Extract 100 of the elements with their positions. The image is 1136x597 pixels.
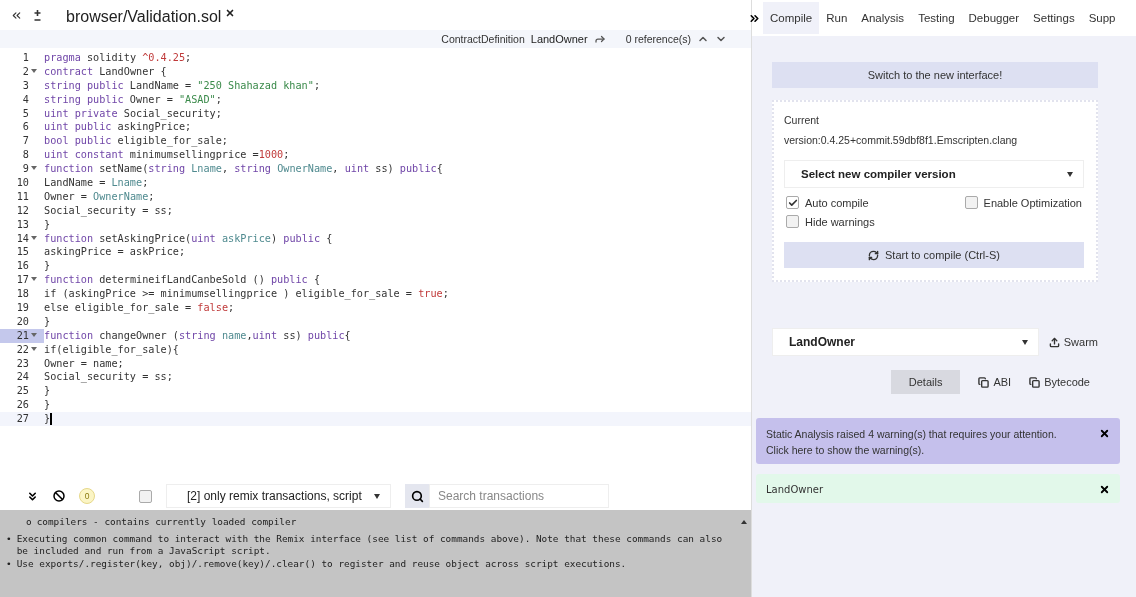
line-number: 11 [15,189,30,204]
code-line: bool public eligible_for_sale; [44,134,228,149]
contract-select[interactable]: LandOwner [772,328,1039,356]
line-number: 2 [0,64,44,79]
code-line: LandName = Lname; [44,176,149,190]
line-number: 10 [15,176,30,190]
code-line: contract LandOwner { [44,64,167,79]
checkbox-label: Hide warnings [805,215,875,228]
details-button[interactable]: Details [890,370,961,394]
copy-icon [1029,376,1041,388]
line-number: 17 [0,273,44,288]
checkbox[interactable] [786,215,799,228]
upload-icon [1048,336,1060,348]
code-line: uint constant minimumsellingprice =1000; [44,148,290,163]
line-number: 25 [15,384,30,399]
bytecode-button[interactable]: Bytecode [1029,376,1090,388]
fold-caret-icon[interactable] [30,277,37,282]
line-number: 4 [21,92,30,107]
code-line: } [44,384,51,399]
current-label: Current [784,114,820,126]
line-number: 5 [21,106,30,121]
line-number: 12 [15,203,30,218]
line-number: 3 [21,78,30,93]
code-line: } [44,217,51,232]
warning-alert[interactable]: Static Analysis raised 4 warning(s) that requires your attention. Click here to show the warning(s). [756,418,1120,464]
filter-dropdown[interactable]: [2] only remix transactions, script [166,484,391,508]
clear-icon[interactable] [53,490,65,502]
references-count: 0 reference(s) [625,33,691,45]
code-line: Owner = name; [44,356,124,371]
close-icon[interactable] [1099,428,1110,439]
line-number: 23 [15,356,30,371]
code-line: } [44,259,51,274]
alert-text: Click here to show the warning(s). [766,444,926,456]
code-line: Social_security = ss; [44,370,173,385]
line-number: 24 [15,370,30,385]
listen-checkbox[interactable] [139,489,152,503]
code-line: function setAskingPrice(uint askPrice) public { [44,231,333,246]
code-line: string public Owner = "ASAD"; [44,92,222,107]
code-line: if (askingPrice >= minimumsellingprice ) eligible_for_sale = true; [44,287,449,302]
definition-kind: ContractDefinition [441,33,525,45]
search-icon [410,489,424,503]
switch-interface-button[interactable]: Switch to the new interface! [772,62,1098,88]
checkbox-label: Auto compile [805,196,869,209]
compile-button[interactable]: Start to compile (Ctrl-S) [784,242,1084,268]
code-line: string public LandName = "250 Shahazad khan"; [44,78,321,93]
close-icon[interactable] [1099,484,1110,495]
swarm-button[interactable]: Swarm [1048,336,1098,348]
fold-caret-icon[interactable] [30,332,37,337]
checkbox-label: Enable Optimization [983,196,1082,209]
line-number: 6 [21,120,30,135]
search-field[interactable]: Search transactions [429,484,609,508]
code-line: else eligible_for_sale = false; [44,301,235,315]
code-line: function changeOwner (string name,uint ss) public{ [44,328,351,343]
line-number: 15 [15,245,30,260]
line-number: 18 [15,287,30,302]
collapse-left-icon[interactable] [10,9,23,22]
search-button[interactable] [405,484,429,508]
fold-caret-icon[interactable] [30,68,37,73]
collapse-icon[interactable] [26,489,39,503]
compiler-version: version:0.4.25+commit.59dbf8f1.Emscripten.clang [784,134,1019,146]
code-line: uint public askingPrice; [44,120,192,135]
code-line: function determineifLandCanbeSold () public { [44,273,321,288]
pending-count-badge: 0 [79,488,95,504]
line-number: 16 [15,259,30,274]
line-number: 14 [0,231,44,246]
line-number: 27 [15,412,30,427]
code-line: uint private Social_security; [44,106,222,121]
contract-alert[interactable]: LandOwner [756,474,1120,503]
fold-caret-icon[interactable] [30,166,37,171]
code-line: Owner = OwnerName; [44,189,155,204]
alert-text: Static Analysis raised 4 warning(s) that requires your attention. [766,428,1057,440]
code-line: } [44,314,51,329]
terminal-text: o compilers - contains currently loaded compiler [25,516,298,529]
checkbox[interactable] [964,196,978,209]
definition-name: LandOwner [530,33,588,45]
code-line: Social_security = ss; [44,203,173,218]
alert-text: LandOwner [766,484,824,495]
line-number: 21 [0,328,44,343]
line-number: 1 [21,51,30,65]
line-number: 22 [0,342,44,357]
line-number: 19 [15,301,30,315]
jump-icon[interactable] [593,33,606,45]
abi-button[interactable]: ABI [978,376,1012,388]
code-line: } [44,412,52,427]
line-number: 20 [15,314,30,329]
code-line: pragma solidity ^0.4.25; [44,51,192,65]
fold-caret-icon[interactable] [30,346,37,351]
checkbox[interactable] [786,196,799,209]
terminal-text: • Use exports/.register(key, obj)/.remove(key)/.clear() to register and reuse object across script executions. [6,557,628,570]
plus-minus-icon[interactable] [33,9,42,22]
panel-tab[interactable]: Compile [763,2,820,34]
line-number: 13 [15,217,30,232]
code-line: function setName(string Lname, string OwnerName, uint ss) public{ [44,162,443,176]
line-number: 7 [21,134,30,149]
compiler-version-select[interactable]: Select new compiler version [784,160,1084,188]
fold-caret-icon[interactable] [30,235,37,240]
terminal-text: • Executing common command to interact with the Remix interface (see list of commands above). Note that these commands can also be included and run from a JavaScript script. [6,532,724,558]
line-number: 26 [15,398,30,413]
close-icon[interactable] [225,8,236,18]
line-number: 9 [0,162,44,176]
